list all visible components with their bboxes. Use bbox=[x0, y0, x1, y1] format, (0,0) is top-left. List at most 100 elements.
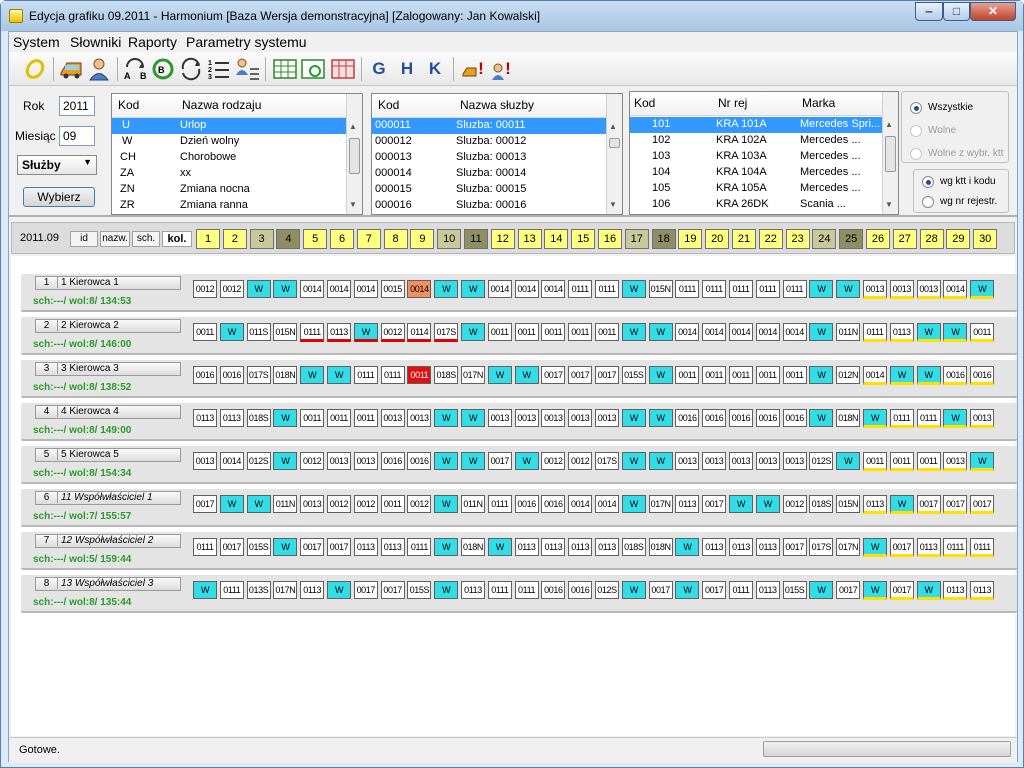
shift-cell[interactable]: W bbox=[273, 280, 298, 298]
table-row[interactable]: 105 KRA 105A Mercedes ... bbox=[630, 181, 882, 197]
shift-cell[interactable]: W bbox=[273, 538, 298, 556]
shift-cell[interactable]: 0113 bbox=[916, 538, 941, 557]
shift-cell[interactable]: 0013 bbox=[514, 409, 539, 427]
shift-cell[interactable]: 012S bbox=[246, 452, 271, 470]
day-header-6[interactable]: 6 bbox=[330, 229, 354, 249]
shift-cell[interactable]: W bbox=[273, 409, 298, 427]
shift-cell[interactable]: 0111 bbox=[863, 323, 887, 342]
shift-cell[interactable]: 0013 bbox=[782, 452, 807, 470]
shift-cell[interactable]: W bbox=[675, 581, 700, 599]
shift-cell[interactable]: 0016 bbox=[755, 409, 780, 427]
shift-cell[interactable]: 0011 bbox=[193, 323, 217, 341]
shift-cell[interactable]: W bbox=[487, 366, 512, 384]
shift-cell[interactable]: W bbox=[353, 323, 378, 342]
shift-cell[interactable]: W bbox=[970, 280, 995, 299]
day-header-8[interactable]: 8 bbox=[383, 229, 408, 249]
driver-name[interactable]: 11 Kierowca 1 bbox=[35, 276, 181, 290]
shift-cell[interactable]: 017N bbox=[461, 366, 485, 384]
shift-cell[interactable]: 0013 bbox=[300, 495, 325, 513]
scroll-up-icon[interactable]: ▲ bbox=[349, 122, 357, 131]
shift-cell[interactable]: W bbox=[219, 495, 244, 513]
shift-cell[interactable]: 018N bbox=[648, 538, 673, 556]
shift-cell[interactable]: W bbox=[809, 581, 834, 599]
day-header-5[interactable]: 5 bbox=[303, 229, 328, 249]
shift-cell[interactable]: 0016 bbox=[943, 366, 968, 385]
shift-cell[interactable]: 011N bbox=[461, 495, 485, 513]
shift-cell[interactable]: 015S bbox=[246, 538, 271, 556]
shift-cell[interactable]: W bbox=[809, 323, 834, 341]
shift-cell[interactable]: 0016 bbox=[219, 366, 244, 384]
shift-cell[interactable]: 0013 bbox=[327, 452, 351, 470]
shift-cell[interactable]: 0014 bbox=[353, 280, 378, 298]
table-row[interactable]: W Dzień wolny bbox=[112, 134, 346, 150]
shift-cell[interactable]: 0013 bbox=[380, 409, 405, 427]
table-row[interactable]: 000015 Sluzba: 00015 bbox=[372, 182, 606, 198]
sort-id-button[interactable]: id bbox=[70, 231, 98, 247]
shift-cell[interactable]: 017S bbox=[434, 323, 459, 342]
shift-cell[interactable]: W bbox=[461, 452, 485, 470]
day-header-17[interactable]: 17 bbox=[624, 229, 649, 249]
shift-cell[interactable]: 0013 bbox=[970, 409, 995, 428]
driver-row[interactable]: 44 Kierowca 4 sch:---/ wol:8/ 149:00 0113 0… bbox=[21, 403, 1017, 441]
shift-cell[interactable]: W bbox=[434, 495, 459, 513]
driver-name[interactable]: 7 12 Współwłaściciel 2 bbox=[35, 534, 181, 548]
shift-cell[interactable]: 0017 bbox=[219, 538, 244, 556]
driver-row[interactable]: 22 Kierowca 2 sch:---/ wol:8/ 146:00 0011 W… bbox=[21, 317, 1017, 355]
user-list-icon[interactable] bbox=[233, 55, 261, 83]
shift-cell[interactable]: 0113 bbox=[970, 581, 995, 600]
shift-cell[interactable]: 012S bbox=[595, 581, 619, 599]
shift-cell[interactable]: W bbox=[970, 452, 995, 471]
shift-cell[interactable]: 0011 bbox=[568, 323, 593, 341]
menu-slowniki[interactable]: Słowniki bbox=[70, 34, 121, 50]
shift-cell[interactable]: W bbox=[193, 581, 217, 599]
shift-cell[interactable]: 0015 bbox=[380, 280, 405, 298]
shift-cell[interactable]: 0017 bbox=[193, 495, 217, 513]
scroll-thumb[interactable] bbox=[609, 138, 620, 148]
scroll-down-icon[interactable]: ▼ bbox=[349, 200, 357, 209]
shift-cell[interactable]: 0016 bbox=[407, 452, 432, 470]
sort-column-button[interactable]: kol. bbox=[162, 231, 192, 247]
shift-cell[interactable]: 0111 bbox=[300, 323, 325, 342]
shift-cell[interactable]: 0017 bbox=[836, 581, 861, 599]
shift-cell[interactable]: 0014 bbox=[782, 323, 807, 341]
driver-name[interactable]: 44 Kierowca 4 bbox=[35, 405, 181, 419]
rok-input[interactable]: 2011 bbox=[59, 96, 95, 116]
driver-row[interactable]: 55 Kierowca 5 sch:---/ wol:8/ 154:34 0013 0… bbox=[21, 446, 1017, 484]
shift-cell[interactable]: 0014 bbox=[327, 280, 351, 298]
day-header-27[interactable]: 27 bbox=[892, 229, 917, 249]
day-header-25[interactable]: 25 bbox=[839, 229, 864, 249]
day-header-19[interactable]: 19 bbox=[678, 229, 703, 249]
table-row[interactable]: 000011 Sluzba: 00011 bbox=[372, 118, 606, 134]
shift-cell[interactable]: 0111 bbox=[380, 366, 405, 384]
shift-cell[interactable]: 0011 bbox=[407, 366, 432, 384]
shift-cell[interactable]: 0011 bbox=[755, 366, 780, 384]
shift-cell[interactable]: 0111 bbox=[193, 538, 217, 556]
shift-cell[interactable]: 0113 bbox=[943, 581, 968, 600]
driver-row[interactable]: 33 Kierowca 3 sch:---/ wol:8/ 138:52 0016 0… bbox=[21, 360, 1017, 398]
shift-cell[interactable]: 0113 bbox=[755, 538, 780, 556]
shift-cell[interactable]: 0111 bbox=[407, 538, 432, 556]
scroll-thumb[interactable] bbox=[885, 136, 896, 172]
shift-cell[interactable]: 0011 bbox=[863, 452, 887, 471]
shift-cell[interactable]: 0011 bbox=[514, 323, 539, 341]
driver-row[interactable]: 7 12 Współwłaściciel 2 sch:---/ wol:5/ 159… bbox=[21, 532, 1017, 570]
shift-cell[interactable]: 0111 bbox=[353, 366, 378, 384]
swap-ab-icon[interactable]: AB bbox=[121, 55, 149, 83]
day-header-18[interactable]: 18 bbox=[651, 229, 676, 249]
shift-cell[interactable]: W bbox=[514, 452, 539, 470]
shift-cell[interactable]: 0017 bbox=[970, 495, 995, 514]
shift-cell[interactable]: 018S bbox=[621, 538, 646, 556]
shift-cell[interactable]: 011N bbox=[836, 323, 861, 341]
shift-cell[interactable]: 0017 bbox=[541, 366, 566, 384]
shift-cell[interactable]: 0011 bbox=[702, 366, 727, 384]
shift-cell[interactable]: 0013 bbox=[675, 452, 700, 470]
shift-cell[interactable]: 0017 bbox=[782, 538, 807, 556]
menu-system[interactable]: System bbox=[13, 34, 60, 50]
shift-cell[interactable]: W bbox=[809, 280, 834, 298]
day-header-7[interactable]: 7 bbox=[356, 229, 381, 249]
day-header-10[interactable]: 10 bbox=[437, 229, 462, 249]
day-header-24[interactable]: 24 bbox=[812, 229, 837, 249]
menu-raporty[interactable]: Raporty bbox=[128, 34, 177, 50]
shift-cell[interactable]: 0113 bbox=[353, 538, 378, 556]
day-header-29[interactable]: 29 bbox=[946, 229, 971, 249]
